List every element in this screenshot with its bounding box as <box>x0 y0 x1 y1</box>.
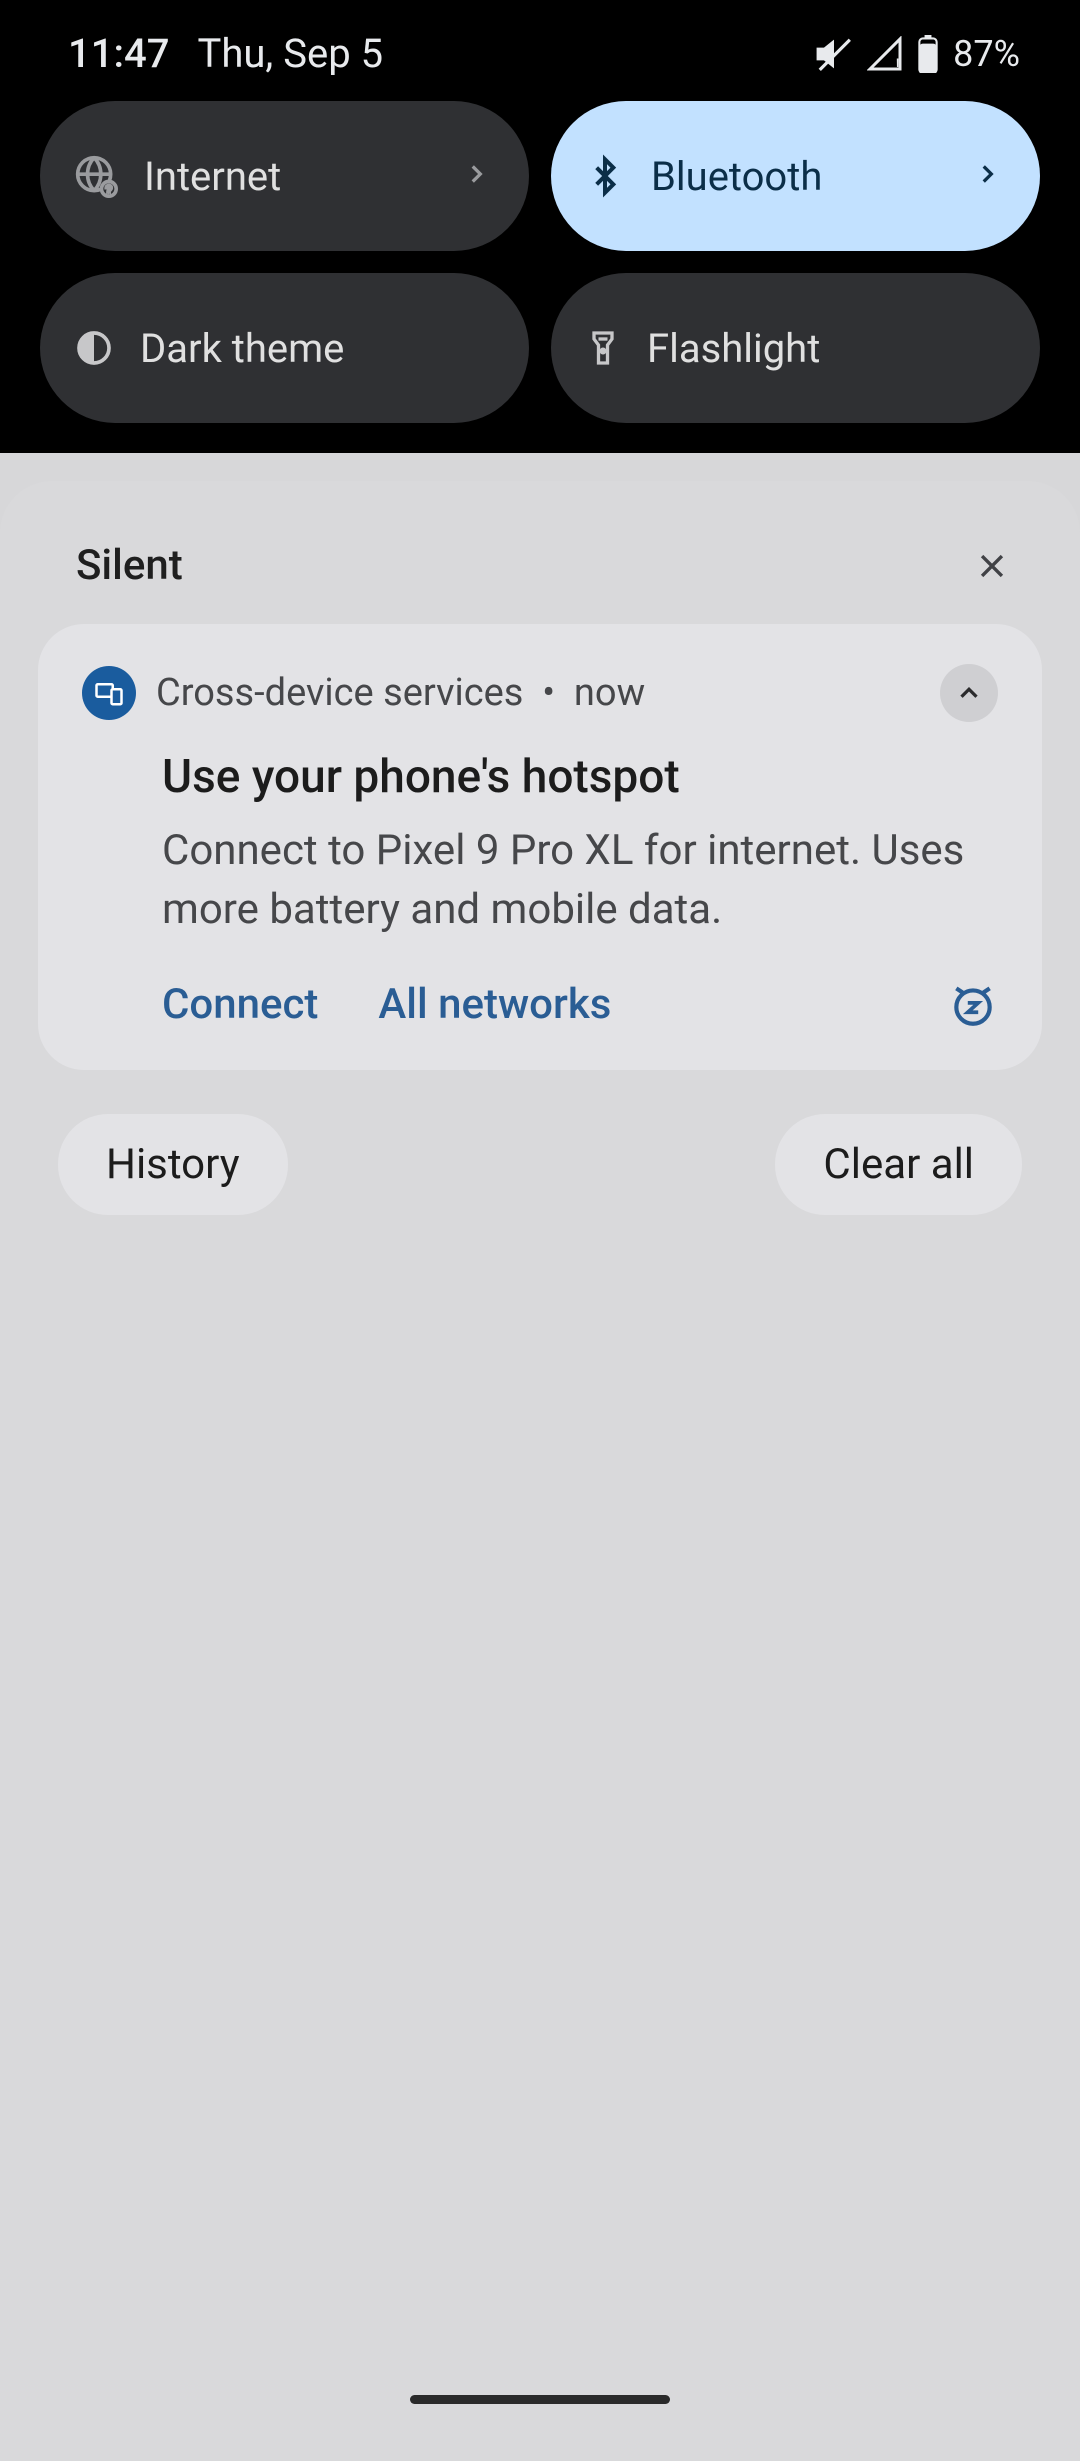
battery-percentage: 87% <box>953 33 1020 75</box>
snooze-button[interactable] <box>948 980 998 1030</box>
qs-bluetooth-label: Bluetooth <box>651 153 948 200</box>
chevron-right-icon <box>974 161 1000 191</box>
notification-body: Connect to Pixel 9 Pro XL for internet. … <box>162 822 998 940</box>
connect-action[interactable]: Connect <box>162 980 318 1029</box>
qs-dark-theme-tile[interactable]: Dark theme <box>40 273 529 423</box>
battery-icon <box>917 35 939 73</box>
bluetooth-icon <box>585 153 625 199</box>
qs-bluetooth-tile[interactable]: Bluetooth <box>551 101 1040 251</box>
nav-handle[interactable] <box>410 2395 670 2404</box>
history-button[interactable]: History <box>58 1114 288 1215</box>
clear-all-button[interactable]: Clear all <box>775 1114 1022 1215</box>
dark-theme-icon <box>74 328 114 368</box>
section-title-silent: Silent <box>76 541 183 590</box>
qs-flashlight-tile[interactable]: Flashlight <box>551 273 1040 423</box>
notification-meta: Cross-device services • now <box>156 671 920 715</box>
dismiss-section-button[interactable] <box>972 546 1012 586</box>
mute-icon <box>815 35 853 73</box>
notification-shade: Silent Cross-device services • now Use y… <box>0 481 1080 2461</box>
svg-text:!: ! <box>896 56 900 72</box>
signal-icon: ! <box>867 36 903 72</box>
svg-text:?: ? <box>106 183 112 198</box>
flashlight-icon <box>585 326 621 370</box>
qs-internet-tile[interactable]: ? Internet <box>40 101 529 251</box>
notification-title: Use your phone's hotspot <box>162 750 998 804</box>
globe-icon: ? <box>74 154 118 198</box>
cross-device-icon <box>82 666 136 720</box>
status-date: Thu, Sep 5 <box>197 30 383 77</box>
qs-dark-theme-label: Dark theme <box>140 325 489 372</box>
all-networks-action[interactable]: All networks <box>378 980 611 1029</box>
notification-card[interactable]: Cross-device services • now Use your pho… <box>38 624 1042 1070</box>
status-time: 11:47 <box>68 30 169 77</box>
qs-internet-label: Internet <box>144 153 437 200</box>
qs-flashlight-label: Flashlight <box>647 325 1000 372</box>
chevron-right-icon <box>463 161 489 191</box>
collapse-button[interactable] <box>940 664 998 722</box>
status-bar: 11:47 Thu, Sep 5 ! <box>0 30 1080 101</box>
